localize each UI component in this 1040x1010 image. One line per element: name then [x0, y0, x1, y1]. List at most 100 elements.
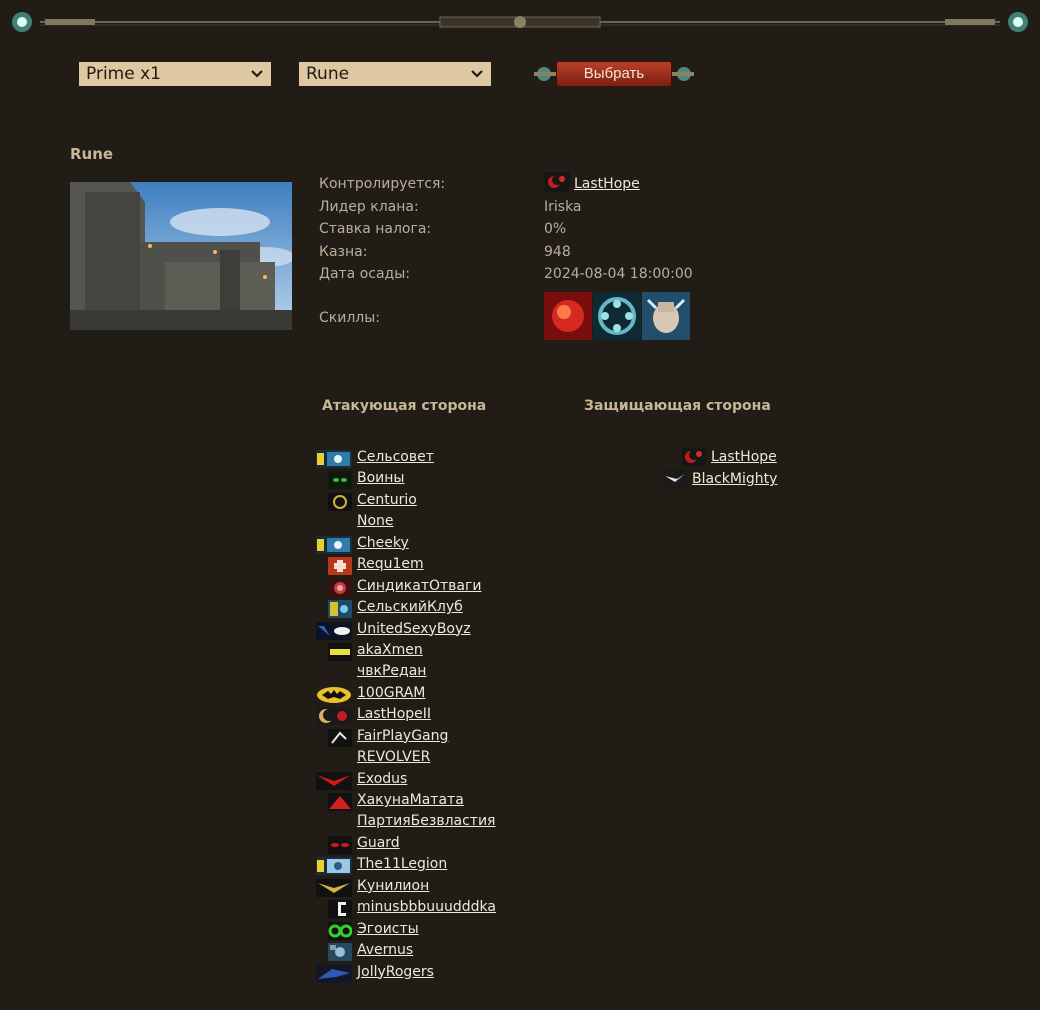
info-label-skills: Скиллы:	[319, 310, 380, 326]
list-item: BlackMighty	[663, 470, 793, 491]
red-eyes-emblem-icon	[328, 835, 352, 854]
yellow-blue-crest-emblem-icon	[316, 535, 352, 554]
attacker-clan-link[interactable]: akaXmen	[357, 642, 423, 658]
defenders-heading: Защищающая сторона	[584, 398, 771, 414]
info-label-leader: Лидер клана:	[319, 199, 419, 215]
list-item: Эгоисты	[316, 920, 576, 941]
attacker-clan-link[interactable]: Centurio	[357, 492, 417, 508]
attacker-clan-link[interactable]: ХакунаМатата	[357, 792, 464, 808]
attacker-clan-link[interactable]: ПартияБезвластия	[357, 813, 495, 829]
list-item: FairPlayGang	[316, 727, 576, 748]
attacker-clan-link[interactable]: Requ1em	[357, 556, 424, 572]
info-value-treasury: 948	[544, 244, 571, 260]
attacker-clan-link[interactable]: Кунилион	[357, 878, 429, 894]
castle-title: Rune	[70, 145, 114, 163]
red-moon-emblem-icon	[316, 707, 352, 726]
attacker-clan-link[interactable]: Сельсовет	[357, 449, 434, 465]
defender-clan-link[interactable]: LastHope	[711, 449, 777, 465]
attacker-clan-link[interactable]: Avernus	[357, 942, 413, 958]
red-moon-emblem-icon	[682, 448, 706, 466]
list-item: JollyRogers	[316, 963, 576, 984]
list-item: LastHope	[682, 448, 792, 469]
list-item: ХакунаМатата	[316, 791, 576, 812]
fire-skill-icon[interactable]	[544, 292, 592, 340]
list-item: Exodus	[316, 770, 576, 791]
red-cross-emblem-icon	[328, 557, 352, 576]
list-item: Guard	[316, 834, 576, 855]
list-item: Requ1em	[316, 555, 576, 576]
red-wings-emblem-icon	[316, 771, 352, 790]
list-item: minusbbbuuudddka	[316, 898, 576, 919]
info-label-tax: Ставка налога:	[319, 221, 432, 237]
list-item: UnitedSexyBoyz	[316, 620, 576, 641]
submit-button-wrap: Выбрать	[530, 58, 698, 90]
attackers-list: Сельсовет Воины Centurio None Cheeky Req…	[316, 448, 576, 984]
blue-crest-emblem-icon	[328, 943, 352, 962]
blue-dragon-emblem-icon	[316, 964, 352, 983]
attacker-clan-link[interactable]: СельскийКлуб	[357, 599, 463, 615]
attacker-clan-link[interactable]: 100GRAM	[357, 685, 425, 701]
red-moon-emblem-icon	[544, 172, 570, 192]
attacker-clan-link[interactable]: Guard	[357, 835, 400, 851]
list-item: СельскийКлуб	[316, 598, 576, 619]
yellow-blue-crest-emblem-icon	[316, 857, 352, 876]
top-ornament	[12, 12, 1028, 32]
blue-yellow-crest-emblem-icon	[328, 600, 352, 619]
wheel-skill-icon[interactable]	[593, 292, 641, 340]
list-item: Cheeky	[316, 534, 576, 555]
list-item: REVOLVER	[316, 748, 576, 769]
list-item: akaXmen	[316, 641, 576, 662]
attacker-clan-link[interactable]: None	[357, 513, 394, 529]
list-item: Centurio	[316, 491, 576, 512]
list-item: Воины	[316, 469, 576, 490]
server-select[interactable]: Prime x1	[79, 62, 271, 86]
attacker-clan-link[interactable]: LastHopeII	[357, 706, 431, 722]
men-text-emblem-icon	[328, 642, 352, 661]
castle-image	[70, 182, 292, 330]
attacker-clan-link[interactable]: Cheeky	[357, 535, 409, 551]
attacker-clan-link[interactable]: minusbbbuuudddka	[357, 899, 496, 915]
info-value-leader: Iriska	[544, 199, 582, 215]
info-label-controlled: Контролируется:	[319, 176, 446, 192]
blue-white-eye-emblem-icon	[316, 621, 352, 640]
info-label-siege-date: Дата осады:	[319, 266, 410, 282]
list-item: Сельсовет	[316, 448, 576, 469]
castle-select-value: Rune	[306, 64, 350, 84]
info-value-tax: 0%	[544, 221, 567, 237]
green-eyes-emblem-icon	[328, 471, 352, 490]
go-green-emblem-icon	[328, 921, 352, 940]
attacker-clan-link[interactable]: Эгоисты	[357, 921, 419, 937]
attacker-clan-link[interactable]: UnitedSexyBoyz	[357, 621, 471, 637]
attacker-clan-link[interactable]: чвкРедан	[357, 663, 426, 679]
list-item: чвкРедан	[316, 662, 576, 683]
red-ring-emblem-icon	[328, 578, 352, 597]
list-item: ПартияБезвластия	[316, 812, 576, 833]
list-item: Кунилион	[316, 877, 576, 898]
attacker-clan-link[interactable]: JollyRogers	[357, 964, 434, 980]
attackers-heading: Атакующая сторона	[322, 398, 487, 414]
list-item: СиндикатОтваги	[316, 577, 576, 598]
attacker-clan-link[interactable]: REVOLVER	[357, 749, 430, 765]
white-scroll-emblem-icon	[328, 728, 352, 747]
list-item: The11Legion	[316, 855, 576, 876]
attacker-clan-link[interactable]: СиндикатОтваги	[357, 578, 481, 594]
attacker-clan-link[interactable]: Воины	[357, 470, 404, 486]
attacker-clan-link[interactable]: The11Legion	[357, 856, 447, 872]
attacker-clan-link[interactable]: Exodus	[357, 771, 407, 787]
red-slash-emblem-icon	[328, 793, 352, 811]
list-item: LastHopeII	[316, 705, 576, 726]
info-label-treasury: Казна:	[319, 244, 368, 260]
fist-skill-icon[interactable]	[642, 292, 690, 340]
castle-select[interactable]: Rune	[299, 62, 491, 86]
select-button[interactable]: Выбрать	[556, 61, 672, 87]
white-letter-emblem-icon	[328, 900, 352, 919]
info-value-siege-date: 2024-08-04 18:00:00	[544, 266, 693, 282]
gold-wings-emblem-icon	[316, 878, 352, 897]
attacker-clan-link[interactable]: FairPlayGang	[357, 728, 448, 744]
defender-clan-link[interactable]: BlackMighty	[692, 471, 777, 487]
gold-ring-emblem-icon	[328, 492, 352, 511]
list-item: 100GRAM	[316, 684, 576, 705]
batman-logo-emblem-icon	[317, 686, 351, 703]
controlled-clan-link[interactable]: LastHope	[574, 176, 640, 192]
list-item: None	[316, 512, 576, 533]
